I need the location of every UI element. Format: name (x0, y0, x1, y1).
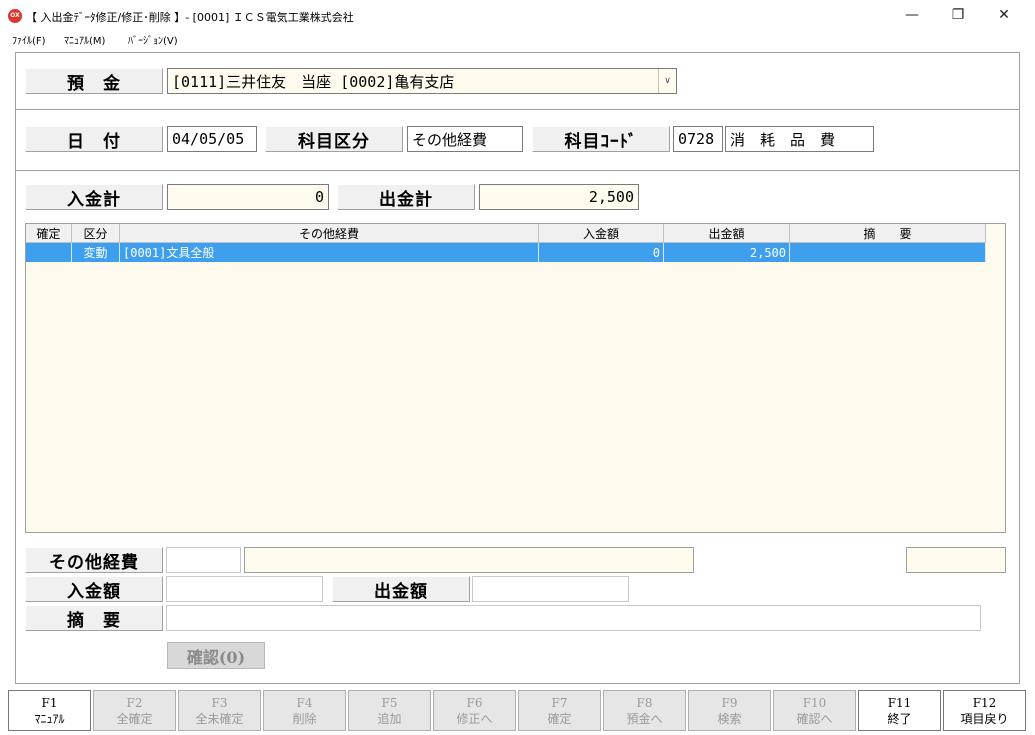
deposit-total-field: 0 (167, 184, 329, 210)
row-expense: [0001]文具全般 (120, 243, 539, 262)
fkey-code: F5 (381, 695, 398, 710)
fkey-label: 終了 (887, 711, 912, 726)
deposit-label: 預 金 (25, 68, 163, 94)
account-code-label: 科目ｺｰﾄﾞ (532, 126, 670, 152)
deposit-amount-label: 入金額 (25, 576, 163, 602)
withdrawal-total-label: 出金計 (337, 184, 475, 210)
f7-button[interactable]: F7 確定 (518, 690, 601, 731)
fkey-code: F4 (296, 695, 313, 710)
grid-header-cell[interactable]: 確定 (26, 224, 72, 242)
fkey-label: ﾏﾆｭｱﾙ (34, 711, 65, 726)
date-label: 日 付 (25, 126, 163, 152)
row-deposit-amount: 0 (539, 243, 664, 262)
divider (16, 170, 1019, 171)
fkey-label: 確定 (547, 711, 572, 726)
withdrawal-amount-input[interactable] (472, 576, 629, 602)
grid-header: 確定 区分 その他経費 入金額 出金額 摘 要 (26, 224, 986, 243)
category-label: 科目区分 (265, 126, 403, 152)
fkey-label: 確認へ (796, 711, 833, 726)
expense-name-input[interactable] (244, 547, 694, 573)
maximize-button[interactable]: ❐ (935, 0, 981, 30)
minimize-button[interactable]: — (889, 0, 935, 30)
menu-manual[interactable]: ﾏﾆｭｱﾙ(M) (64, 32, 105, 47)
fkey-code: F9 (721, 695, 738, 710)
fkey-label: 全確定 (116, 711, 153, 726)
deposit-select[interactable]: [0111]三井住友 当座 [0002]亀有支店 ∨ (167, 68, 677, 94)
row-memo (790, 243, 986, 262)
grid-header-cell[interactable]: 摘 要 (790, 224, 986, 242)
expense-code-input[interactable] (166, 547, 241, 573)
account-name-field: 消 耗 品 費 (725, 126, 874, 152)
fkey-code: F10 (802, 695, 827, 710)
fkey-code: F8 (636, 695, 653, 710)
f8-button[interactable]: F8 預金へ (603, 690, 686, 731)
function-key-bar: F1 ﾏﾆｭｱﾙ F2 全確定 F3 全未確定 F4 削除 F5 追加 F6 修正へ F7 確… (8, 690, 1028, 732)
fkey-code: F1 (41, 695, 58, 710)
expense-extra-input[interactable] (906, 547, 1006, 573)
grid-header-cell[interactable]: 区分 (72, 224, 120, 242)
withdrawal-total-field: 2,500 (479, 184, 639, 210)
fkey-label: 追加 (377, 711, 402, 726)
fkey-code: F11 (887, 695, 912, 710)
category-field[interactable]: その他経費 (407, 126, 523, 152)
date-field[interactable]: 04/05/05 (167, 126, 257, 152)
f3-button[interactable]: F3 全未確定 (178, 690, 261, 731)
fkey-code: F3 (211, 695, 228, 710)
memo-label: 摘 要 (25, 605, 163, 631)
f1-button[interactable]: F1 ﾏﾆｭｱﾙ (8, 690, 91, 731)
deposit-amount-input[interactable] (166, 576, 323, 602)
grid-header-cell[interactable]: 入金額 (539, 224, 664, 242)
grid-header-cell[interactable]: 出金額 (664, 224, 790, 242)
fkey-code: F2 (126, 695, 143, 710)
f12-button[interactable]: F12 項目戻り (943, 690, 1026, 731)
row-confirmed (26, 243, 72, 262)
deposit-total-label: 入金計 (25, 184, 163, 210)
fkey-label: 預金へ (626, 711, 663, 726)
f9-button[interactable]: F9 検索 (688, 690, 771, 731)
fkey-code: F12 (972, 695, 997, 710)
fkey-label: 項目戻り (960, 711, 1009, 726)
divider (16, 109, 1019, 110)
deposit-select-value: [0111]三井住友 当座 [0002]亀有支店 (172, 72, 455, 91)
f6-button[interactable]: F6 修正へ (433, 690, 516, 731)
fkey-label: 削除 (292, 711, 317, 726)
app-icon: OX (8, 9, 22, 23)
f2-button[interactable]: F2 全確定 (93, 690, 176, 731)
menu-version[interactable]: ﾊﾞｰｼﾞｮﾝ(V) (128, 32, 178, 47)
row-withdrawal-amount: 2,500 (664, 243, 790, 262)
fkey-code: F6 (466, 695, 483, 710)
account-code-field[interactable]: 0728 (673, 126, 723, 152)
window-title: 【 入出金ﾃﾞｰﾀ修正/修正･削除 】- [0001] ＩＣＳ電気工業株式会社 (26, 11, 354, 24)
expense-label: その他経費 (25, 547, 163, 573)
fkey-code: F7 (551, 695, 568, 710)
fkey-label: 検索 (717, 711, 742, 726)
f4-button[interactable]: F4 削除 (263, 690, 346, 731)
transaction-grid[interactable]: 確定 区分 その他経費 入金額 出金額 摘 要 変動 [0001]文具全般 0 … (25, 223, 1006, 533)
confirm-button[interactable]: 確認(0) (167, 642, 265, 669)
menu-file[interactable]: ﾌｧｲﾙ(F) (12, 32, 46, 47)
chevron-down-icon[interactable]: ∨ (658, 69, 676, 93)
fkey-label: 全未確定 (195, 711, 244, 726)
table-row[interactable]: 変動 [0001]文具全般 0 2,500 (26, 243, 986, 262)
close-button[interactable]: ✕ (981, 0, 1027, 30)
fkey-label: 修正へ (456, 711, 493, 726)
f10-button[interactable]: F10 確認へ (773, 690, 856, 731)
f11-button[interactable]: F11 終了 (858, 690, 941, 731)
grid-header-cell[interactable]: その他経費 (120, 224, 539, 242)
memo-input[interactable] (166, 605, 981, 631)
f5-button[interactable]: F5 追加 (348, 690, 431, 731)
withdrawal-amount-label: 出金額 (332, 576, 470, 602)
row-kubun: 変動 (72, 243, 120, 262)
